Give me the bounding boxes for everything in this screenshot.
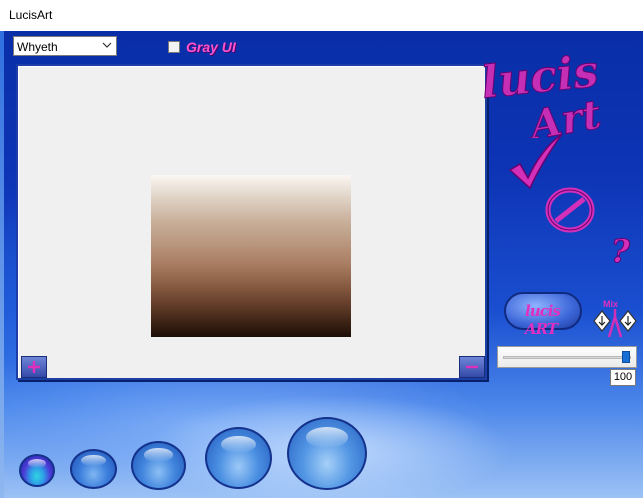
zoom-out-button[interactable] xyxy=(459,356,485,378)
lucisart-window: LucisArt Whyeth Gray UI lucis Art ? luci… xyxy=(0,0,643,498)
orb-shine xyxy=(144,448,173,462)
mix-slider[interactable] xyxy=(497,346,637,368)
ok-button[interactable] xyxy=(506,132,566,192)
chevron-down-icon xyxy=(102,42,112,48)
question-mark-icon: ? xyxy=(611,232,630,268)
plus-icon xyxy=(28,361,40,373)
mix-value-field[interactable]: 100 xyxy=(610,369,636,386)
preset-orb-1[interactable] xyxy=(19,454,55,487)
preset-orb-2[interactable] xyxy=(70,449,117,489)
help-button[interactable]: ? xyxy=(609,232,635,268)
title-bar: LucisArt xyxy=(0,0,643,32)
preview-image xyxy=(151,175,351,337)
lucisart-logo: lucis Art xyxy=(479,45,606,138)
preview-pane[interactable] xyxy=(16,64,487,380)
orb-shine xyxy=(305,427,349,448)
style-dropdown-value: Whyeth xyxy=(17,40,58,54)
preset-orb-3[interactable] xyxy=(131,441,186,490)
cancel-icon xyxy=(545,187,595,233)
checkmark-icon xyxy=(508,133,563,190)
lucis-art-button[interactable]: lucis ART xyxy=(504,292,582,338)
lucis-art-button-label: lucis ART xyxy=(525,302,561,338)
left-edge xyxy=(0,31,4,498)
zoom-in-button[interactable] xyxy=(21,356,47,378)
orb-shine xyxy=(28,459,46,469)
mix-slider-track xyxy=(503,356,631,359)
window-title: LucisArt xyxy=(9,8,53,22)
preset-orb-4[interactable] xyxy=(205,427,272,489)
cancel-button[interactable] xyxy=(544,185,596,235)
mix-icon xyxy=(593,309,637,338)
orb-shine xyxy=(81,455,106,467)
minus-icon xyxy=(466,365,478,369)
gray-ui-checkbox[interactable] xyxy=(168,41,180,53)
orb-shine xyxy=(220,435,257,454)
mix-slider-thumb[interactable] xyxy=(622,351,630,363)
gray-ui-label[interactable]: Gray UI xyxy=(186,39,236,55)
style-dropdown[interactable]: Whyeth xyxy=(13,36,117,56)
plugin-panel: Whyeth Gray UI lucis Art ? lucis ART Mix… xyxy=(0,31,643,498)
preset-orb-5[interactable] xyxy=(287,417,367,490)
